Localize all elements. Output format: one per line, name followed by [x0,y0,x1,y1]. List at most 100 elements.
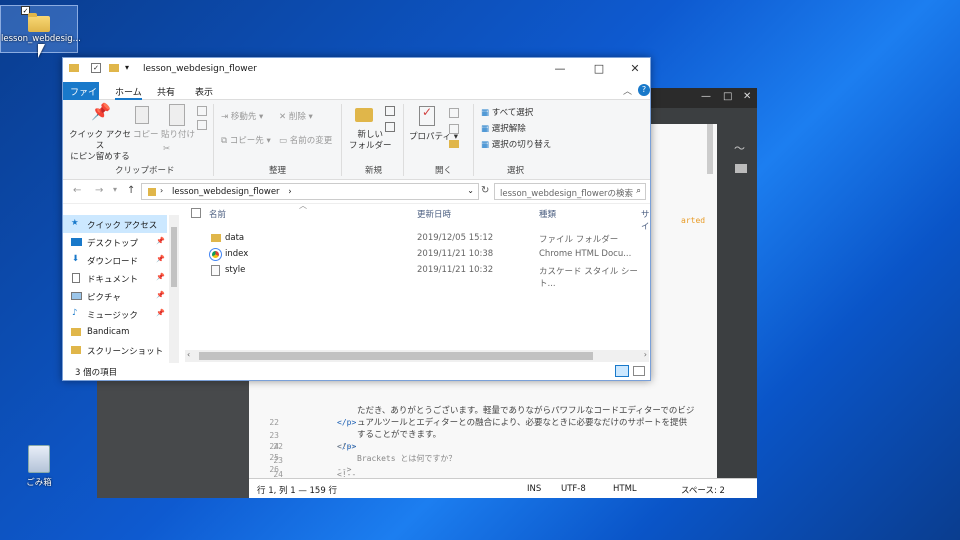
pin-icon: 📌 [156,255,165,263]
file-row[interactable]: data 2019/12/05 15:12 ファイル フォルダー [179,230,639,246]
nav-item-bandicam[interactable]: Bandicam [63,323,167,341]
maximize-icon[interactable]: □ [723,91,732,102]
properties-quick-icon[interactable]: ✓ [91,63,101,73]
brackets-right-toolbar: 〜 [727,108,757,498]
nav-item-quick-access[interactable]: ★ クイック アクセス [63,215,167,233]
select-all-checkbox[interactable] [191,208,201,218]
group-organize-label: 整理 [269,166,287,176]
css-file-icon [211,265,220,276]
navigation-pane: ★ クイック アクセス デスクトップ 📌 ⬇ ダウンロード 📌 ドキュメント 📌 ピクチャ… [63,215,179,363]
extension-icon[interactable] [735,164,747,173]
details-view-icon[interactable] [615,365,629,377]
file-row[interactable]: index 2019/11/21 10:38 Chrome HTML Docu.… [179,246,639,262]
history-icon[interactable] [449,140,459,148]
address-dropdown-icon[interactable]: ⌄ [467,186,474,195]
folder-icon [28,13,50,32]
scroll-left-icon[interactable]: ‹ [187,350,190,359]
select-none-button[interactable]: ▦ 選択解除 [481,124,526,135]
delete-icon: ✕ [279,112,289,122]
file-list: ︿ 名前 更新日時 種類 サイ data 2019/12/05 15:12 ファ… [179,201,651,362]
cursor-position: 行 1, 列 1 — 159 行 [257,486,337,496]
copy-path-icon[interactable] [197,106,207,116]
file-explorer-window: ✓ ▾ lesson_webdesign_flower — □ ✕ ファイル ホ… [62,57,651,381]
nav-item-documents[interactable]: ドキュメント 📌 [63,269,167,287]
breadcrumb-chevron-icon[interactable]: › [160,186,163,195]
move-to-button[interactable]: ⇥ 移動先 ▾ [221,112,263,123]
paste-shortcut-icon[interactable] [197,120,207,130]
easy-access-icon[interactable] [385,122,395,132]
paste-button[interactable]: 貼り付け [161,130,195,141]
horizontal-scrollbar[interactable]: ‹ › [185,350,649,362]
column-date[interactable]: 更新日時 [417,208,451,220]
document-icon [72,273,80,283]
nav-scrollbar[interactable] [169,215,179,363]
cut-icon[interactable]: ✂ [163,144,170,155]
nav-item-screenshots[interactable]: スクリーンショット [63,341,167,359]
rename-button[interactable]: ▭ 名前の変更 [279,136,332,147]
close-icon[interactable]: ✕ [743,91,751,102]
nav-item-music[interactable]: ♪ ミュージック 📌 [63,305,167,323]
open-icon[interactable] [449,108,459,118]
music-icon: ♪ [72,308,78,318]
delete-button[interactable]: ✕ 削除 ▾ [279,112,313,123]
encoding-select[interactable]: UTF-8 [561,484,586,494]
large-icons-view-icon[interactable] [633,366,645,376]
minimize-icon[interactable]: — [701,91,711,102]
recent-dropdown-icon[interactable]: ▾ [113,185,117,194]
column-type[interactable]: 種類 [539,208,556,220]
download-icon: ⬇ [72,254,80,264]
code-line: Brackets とは何ですか？ [357,454,457,463]
new-folder-icon [355,108,373,122]
scroll-right-icon[interactable]: › [644,350,647,359]
line-number: 22 [269,418,279,427]
picture-icon [71,292,82,300]
new-folder-quick-icon[interactable] [109,64,119,72]
minimize-icon[interactable]: — [551,62,569,75]
select-all-button[interactable]: ▦ すべて選択 [481,108,533,119]
editor-scrollbar[interactable] [707,124,713,174]
nav-item-desktop[interactable]: デスクトップ 📌 [63,233,167,251]
tab-view[interactable]: 表示 [195,85,213,98]
edit-icon[interactable] [449,124,459,134]
nav-item-downloads[interactable]: ⬇ ダウンロード 📌 [63,251,167,269]
chrome-icon [209,248,222,261]
breadcrumb-chevron-icon[interactable]: › [288,187,291,197]
column-name[interactable]: 名前 [209,208,226,220]
maximize-icon[interactable]: □ [590,62,608,75]
tab-file[interactable]: ファイル [63,82,99,111]
help-icon[interactable]: ? [638,84,650,96]
recycle-bin-icon[interactable]: ごみ箱 [14,445,64,488]
quick-access-dropdown-icon[interactable]: ▾ [125,63,129,72]
address-bar[interactable]: › lesson_webdesign_flower › ⌄ [141,183,479,200]
desktop-folder-label: lesson_webdesig... [1,34,81,44]
back-icon[interactable]: ← [73,185,81,196]
line-number: 25 [269,453,279,462]
folder-icon [69,64,79,72]
up-icon[interactable]: ↑ [127,185,135,196]
column-size[interactable]: サイ [641,208,651,232]
ins-mode[interactable]: INS [527,484,541,494]
spaces-setting[interactable]: スペース: 2 [681,484,725,496]
pin-quick-access-button[interactable]: クイック アクセス にピン留めする [69,130,131,163]
new-folder-button[interactable]: 新しい フォルダー [349,130,392,152]
language-select[interactable]: HTML [613,484,637,494]
mouse-cursor-icon [38,44,52,58]
copy-to-button[interactable]: ⧉ コピー先 ▾ [221,136,271,147]
forward-icon[interactable]: → [95,185,103,196]
breadcrumb[interactable]: lesson_webdesign_flower [172,187,280,197]
search-input[interactable]: lesson_webdesign_flowerの検索 ⌕ [494,183,646,200]
tab-share[interactable]: 共有 [157,85,175,98]
nav-item-pictures[interactable]: ピクチャ 📌 [63,287,167,305]
file-row[interactable]: style 2019/11/21 10:32 カスケード スタイル シート... [179,262,639,289]
live-preview-icon[interactable]: 〜 [734,140,745,156]
new-item-icon[interactable] [385,106,395,116]
refresh-icon[interactable]: ↻ [481,185,489,196]
collapse-ribbon-icon[interactable]: ︿ [623,84,632,97]
group-select-label: 選択 [507,166,525,176]
search-icon: ⌕ [636,186,641,196]
tab-home[interactable]: ホーム [115,85,142,100]
copy-button[interactable]: コピー [133,130,159,141]
invert-selection-button[interactable]: ▦ 選択の切り替え [481,140,551,151]
separator [473,104,474,176]
close-icon[interactable]: ✕ [626,62,644,75]
